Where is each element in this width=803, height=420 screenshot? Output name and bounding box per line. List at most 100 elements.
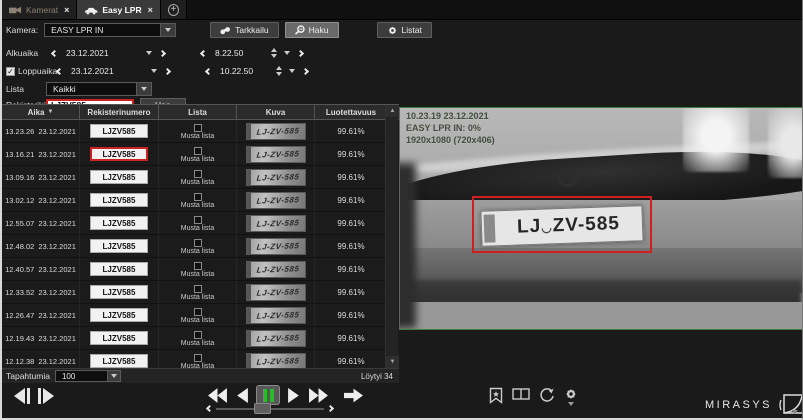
settings-button[interactable] bbox=[564, 387, 578, 406]
scroll-down-icon[interactable]: ▼ bbox=[386, 356, 399, 368]
plate-number[interactable]: LJZV585 bbox=[90, 308, 148, 322]
plate-image[interactable]: LJ-ZV-585 bbox=[246, 261, 306, 278]
blacklist-checkbox[interactable] bbox=[194, 147, 202, 155]
slider-right-icon[interactable] bbox=[327, 405, 334, 412]
table-row[interactable]: 12.26.47 23.12.2021 LJZV585 Musta lista … bbox=[2, 304, 399, 327]
column-header-lista[interactable]: Lista bbox=[159, 105, 237, 119]
start-date-value[interactable]: 23.12.2021 bbox=[66, 48, 118, 58]
tab-easy-lpr[interactable]: Easy LPR × bbox=[77, 0, 160, 19]
video-panel[interactable]: LJ◡ZV-585 10.23.19 23.12.2021 EASY LPR I… bbox=[399, 107, 803, 330]
column-header-rekisterinumero[interactable]: Rekisterinumero bbox=[80, 105, 159, 119]
dropdown-button[interactable] bbox=[136, 83, 151, 95]
dropdown-button[interactable] bbox=[160, 24, 175, 36]
table-row[interactable]: 13.16.21 23.12.2021 LJZV585 Musta lista … bbox=[2, 143, 399, 166]
history-button[interactable] bbox=[539, 387, 555, 403]
end-time-value[interactable]: 10.22.50 bbox=[220, 66, 262, 76]
chevron-right-icon[interactable] bbox=[159, 49, 166, 56]
table-row[interactable]: 13.02.12 23.12.2021 LJZV585 Musta lista … bbox=[2, 189, 399, 212]
column-header-kuva[interactable]: Kuva bbox=[237, 105, 315, 119]
play-button[interactable] bbox=[287, 388, 301, 403]
plate-image[interactable]: LJ-ZV-585 bbox=[246, 123, 306, 140]
plate-number[interactable]: LJZV585 bbox=[90, 285, 148, 299]
step-backward-button[interactable] bbox=[14, 388, 30, 404]
blacklist-checkbox[interactable] bbox=[194, 331, 202, 339]
table-row[interactable]: 12.33.52 23.12.2021 LJZV585 Musta lista … bbox=[2, 281, 399, 304]
tab-kamerat[interactable]: Kamerat × bbox=[2, 0, 77, 19]
close-icon[interactable]: × bbox=[148, 5, 153, 15]
plate-image[interactable]: LJ-ZV-585 bbox=[246, 215, 306, 232]
slider-track[interactable] bbox=[216, 408, 324, 410]
chevron-right-icon[interactable] bbox=[302, 67, 309, 74]
layout-button[interactable] bbox=[512, 387, 530, 401]
blacklist-checkbox[interactable] bbox=[194, 262, 202, 270]
speed-slider[interactable] bbox=[207, 406, 333, 411]
plate-number[interactable]: LJZV585 bbox=[90, 124, 148, 138]
blacklist-checkbox[interactable] bbox=[194, 285, 202, 293]
table-row[interactable]: 13.09.16 23.12.2021 LJZV585 Musta lista … bbox=[2, 166, 399, 189]
slider-left-icon[interactable] bbox=[206, 405, 213, 412]
dropdown-button[interactable] bbox=[107, 371, 120, 381]
chevron-right-icon[interactable] bbox=[297, 49, 304, 56]
chevron-down-icon[interactable] bbox=[146, 51, 152, 55]
jump-to-end-button[interactable] bbox=[344, 388, 363, 403]
table-row[interactable]: 12.55.07 23.12.2021 LJZV585 Musta lista … bbox=[2, 212, 399, 235]
scroll-up-icon[interactable]: ▲ bbox=[386, 105, 399, 117]
end-time-checkbox[interactable]: ✓ bbox=[6, 67, 15, 76]
fast-forward-button[interactable] bbox=[308, 388, 329, 403]
blacklist-checkbox[interactable] bbox=[194, 193, 202, 201]
camera-select[interactable]: EASY LPR IN bbox=[44, 23, 176, 37]
events-count-select[interactable]: 100 bbox=[55, 370, 121, 382]
chevron-down-icon[interactable] bbox=[151, 69, 157, 73]
rewind-button[interactable] bbox=[207, 388, 228, 403]
blacklist-checkbox[interactable] bbox=[194, 239, 202, 247]
plate-number[interactable]: LJZV585 bbox=[90, 262, 148, 276]
step-forward-button[interactable] bbox=[38, 388, 54, 404]
chevron-left-icon[interactable] bbox=[200, 49, 207, 56]
haku-button[interactable]: Haku bbox=[285, 22, 339, 38]
time-spinner[interactable] bbox=[271, 48, 277, 58]
chevron-down-icon[interactable] bbox=[289, 69, 295, 73]
end-date-value[interactable]: 23.12.2021 bbox=[71, 66, 123, 76]
plate-number[interactable]: LJZV585 bbox=[90, 216, 148, 230]
plate-number[interactable]: LJZV585 bbox=[90, 354, 148, 368]
start-time-value[interactable]: 8.22.50 bbox=[215, 48, 257, 58]
plate-number[interactable]: LJZV585 bbox=[90, 239, 148, 253]
close-icon[interactable]: × bbox=[64, 5, 69, 15]
plate-image[interactable]: LJ-ZV-585 bbox=[246, 353, 306, 370]
chevron-left-icon[interactable] bbox=[205, 67, 212, 74]
chevron-left-icon[interactable] bbox=[56, 67, 63, 74]
table-row[interactable]: 13.23.26 23.12.2021 LJZV585 Musta lista … bbox=[2, 120, 399, 143]
plate-image[interactable]: LJ-ZV-585 bbox=[246, 146, 306, 163]
table-scrollbar[interactable]: ▲ ▼ bbox=[385, 105, 398, 368]
chevron-right-icon[interactable] bbox=[164, 67, 171, 74]
plate-image[interactable]: LJ-ZV-585 bbox=[246, 284, 306, 301]
chevron-left-icon[interactable] bbox=[51, 49, 58, 56]
chevron-down-icon[interactable] bbox=[792, 410, 798, 414]
column-header-luotettavuus[interactable]: Luotettavuus bbox=[315, 105, 387, 119]
table-row[interactable]: 12.48.02 23.12.2021 LJZV585 Musta lista … bbox=[2, 235, 399, 258]
plate-number[interactable]: LJZV585 bbox=[90, 147, 148, 161]
new-tab-button[interactable]: + bbox=[161, 0, 187, 19]
bookmark-button[interactable] bbox=[489, 387, 503, 404]
blacklist-checkbox[interactable] bbox=[194, 308, 202, 316]
table-row[interactable]: 12.19.43 23.12.2021 LJZV585 Musta lista … bbox=[2, 327, 399, 350]
listat-button[interactable]: Listat bbox=[377, 22, 432, 38]
plate-number[interactable]: LJZV585 bbox=[90, 170, 148, 184]
plate-image[interactable]: LJ-ZV-585 bbox=[246, 330, 306, 347]
chevron-down-icon[interactable] bbox=[284, 51, 290, 55]
plate-image[interactable]: LJ-ZV-585 bbox=[246, 238, 306, 255]
plate-image[interactable]: LJ-ZV-585 bbox=[246, 307, 306, 324]
plate-number[interactable]: LJZV585 bbox=[90, 331, 148, 345]
blacklist-checkbox[interactable] bbox=[194, 124, 202, 132]
plate-image[interactable]: LJ-ZV-585 bbox=[246, 169, 306, 186]
table-row[interactable]: 12.12.38 23.12.2021 LJZV585 Musta lista … bbox=[2, 350, 399, 369]
play-backward-button[interactable] bbox=[235, 388, 249, 403]
blacklist-checkbox[interactable] bbox=[194, 354, 202, 362]
tarkkailu-button[interactable]: Tarkkailu bbox=[210, 22, 279, 38]
plate-number[interactable]: LJZV585 bbox=[90, 193, 148, 207]
blacklist-checkbox[interactable] bbox=[194, 216, 202, 224]
list-select[interactable]: Kaikki bbox=[46, 82, 152, 96]
time-spinner[interactable] bbox=[276, 66, 282, 76]
slider-handle[interactable] bbox=[254, 403, 271, 414]
column-header-aika[interactable]: Aika▼ bbox=[2, 105, 80, 119]
